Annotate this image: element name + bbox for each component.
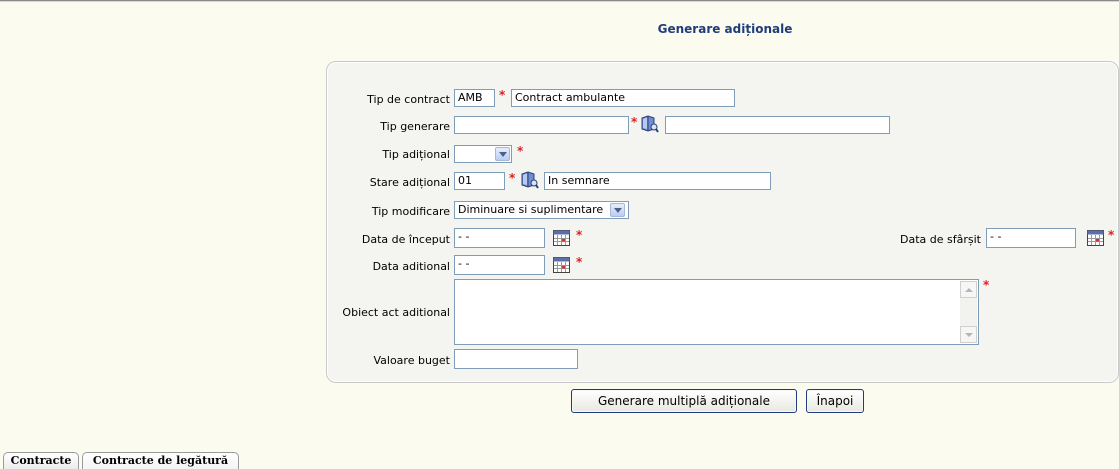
stare-aditional-code-input[interactable]: 01 xyxy=(454,172,505,190)
data-sfarsit-label: Data de sfârșit xyxy=(900,233,981,246)
required-marker: * xyxy=(576,228,583,242)
tip-aditional-label: Tip adițional xyxy=(382,148,450,161)
calendar-icon[interactable] xyxy=(553,230,570,246)
required-marker: * xyxy=(983,278,990,292)
top-divider-shadow xyxy=(0,1,1119,2)
tip-generare-label: Tip generare xyxy=(380,120,450,133)
tip-generare-code-input[interactable] xyxy=(454,116,629,134)
page-title: Generare adiționale xyxy=(657,22,793,36)
required-marker: * xyxy=(499,88,506,102)
tip-contract-name-input[interactable]: Contract ambulante xyxy=(511,89,735,107)
required-marker: * xyxy=(509,171,516,185)
chevron-down-icon[interactable] xyxy=(495,147,510,161)
stare-aditional-name-input[interactable]: In semnare xyxy=(544,172,771,190)
tip-generare-name-input[interactable] xyxy=(665,116,890,134)
obiect-act-textarea[interactable] xyxy=(454,279,979,345)
data-aditional-input[interactable]: - - xyxy=(454,255,545,275)
scroll-down-icon[interactable] xyxy=(960,326,977,343)
tab-contracte-de-legatura[interactable]: Contracte de legătură xyxy=(82,452,239,469)
tip-modificare-select[interactable]: Diminuare si suplimentare xyxy=(454,201,629,219)
stare-aditional-label: Stare adițional xyxy=(369,176,450,189)
tip-modificare-label: Tip modificare xyxy=(371,205,450,218)
generate-multiple-button[interactable]: Generare multiplă adiționale xyxy=(571,389,797,413)
book-lookup-icon[interactable] xyxy=(519,171,539,189)
data-inceput-label: Data de început xyxy=(361,233,450,246)
data-inceput-input[interactable]: - - xyxy=(454,228,545,248)
valoare-buget-input[interactable] xyxy=(454,349,578,369)
textarea-scrollbar[interactable] xyxy=(960,281,977,343)
book-lookup-icon[interactable] xyxy=(639,115,659,133)
valoare-buget-label: Valoare buget xyxy=(373,354,450,367)
calendar-icon[interactable] xyxy=(1087,230,1104,246)
scroll-up-icon[interactable] xyxy=(960,281,977,298)
data-aditional-label: Data aditional xyxy=(372,260,450,273)
required-marker: * xyxy=(631,115,638,129)
required-marker: * xyxy=(517,144,524,158)
back-button[interactable]: Înapoi xyxy=(806,389,864,413)
data-sfarsit-input[interactable]: - - xyxy=(986,228,1076,248)
calendar-icon[interactable] xyxy=(553,257,570,273)
chevron-down-icon[interactable] xyxy=(610,203,625,217)
tab-contracte[interactable]: Contracte xyxy=(3,452,79,469)
tip-contract-label: Tip de contract xyxy=(367,93,450,106)
required-marker: * xyxy=(576,255,583,269)
obiect-act-label: Obiect act aditional xyxy=(342,306,450,319)
tip-contract-code-input[interactable]: AMB xyxy=(454,89,495,107)
required-marker: * xyxy=(1108,228,1115,242)
